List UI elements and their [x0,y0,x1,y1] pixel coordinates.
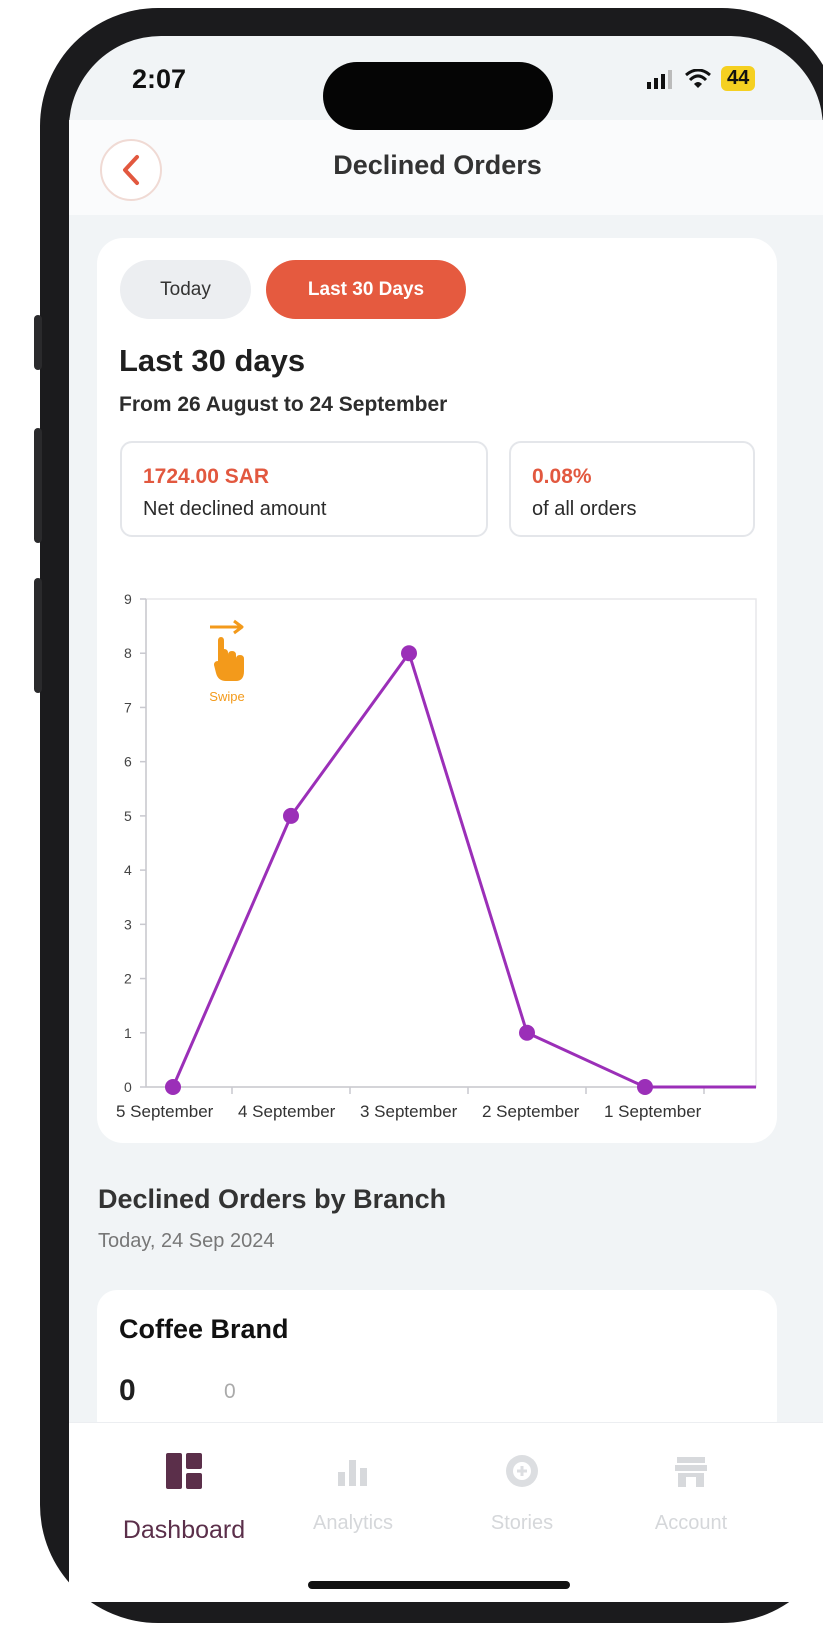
y-tick-label: 4 [124,862,132,878]
branch-card[interactable] [97,1290,777,1440]
status-icons: 44 [647,66,756,91]
tab-dashboard[interactable]: Dashboard [109,1440,259,1545]
net-declined-amount-card: 1724.00 SAR Net declined amount [120,441,488,537]
volume-up-button [34,428,42,543]
branch-section-date: Today, 24 Sep 2024 [98,1230,275,1252]
stories-icon [506,1455,538,1487]
data-point[interactable] [519,1024,535,1041]
home-indicator [308,1581,570,1589]
branch-declined-count: 0 [119,1374,136,1407]
x-tick-label: 4 September [238,1102,336,1121]
status-time: 2:07 [132,64,187,94]
tab-last-30-days[interactable]: Last 30 Days [266,260,466,319]
tab-stories-label: Stories [490,1512,554,1534]
y-tick-label: 9 [124,591,132,607]
data-point[interactable] [165,1079,181,1095]
declined-share-card: 0.08% of all orders [509,441,755,537]
y-tick-label: 0 [124,1079,132,1095]
y-tick-label: 5 [124,808,132,824]
back-button[interactable] [100,139,162,201]
y-tick-label: 7 [124,699,132,715]
period-heading: Last 30 days [119,343,306,378]
page-title: Declined Orders [333,150,542,180]
y-tick-label: 8 [124,645,132,661]
y-tick-label: 6 [124,754,132,770]
declined-share-value: 0.08% [532,465,592,488]
x-tick-label: 5 September [116,1102,214,1121]
silent-switch [34,315,42,370]
data-point[interactable] [401,645,417,662]
bar-chart-icon [338,1460,367,1486]
branch-section-title: Declined Orders by Branch [98,1184,447,1214]
data-point[interactable] [283,807,299,824]
dynamic-island [323,62,553,130]
declined-orders-line-chart[interactable]: 0 1 2 3 4 5 6 7 8 9 5 September 4 September 3 Septe… [112,585,762,1130]
volume-down-button [34,578,42,693]
x-axis: 5 September 4 September 3 September 2 Septe… [116,1086,756,1121]
data-point[interactable] [637,1079,653,1095]
y-tick-label: 2 [124,971,132,987]
period-range: From 26 August to 24 September [119,393,448,416]
cellular-signal-icon [647,69,672,89]
chevron-left-icon [123,155,139,185]
tab-today[interactable]: Today [120,260,251,319]
tab-analytics-label: Analytics [312,1512,394,1534]
net-declined-amount-label: Net declined amount [143,498,327,520]
x-tick-label: 1 September [604,1102,702,1121]
y-tick-label: 1 [124,1025,132,1041]
tab-stories[interactable]: Stories [447,1440,597,1535]
declined-share-label: of all orders [532,498,637,520]
net-declined-amount-value: 1724.00 SAR [143,465,270,488]
branch-name: Coffee Brand [119,1314,289,1344]
x-tick-label: 2 September [482,1102,580,1121]
x-tick-label: 3 September [360,1102,458,1121]
tab-dashboard-label: Dashboard [122,1516,246,1544]
branch-secondary-count: 0 [224,1380,236,1403]
battery-indicator: 44 [721,66,756,91]
swipe-label: Swipe [209,689,244,704]
tab-account[interactable]: Account [616,1440,766,1535]
y-axis: 0 1 2 3 4 5 6 7 8 9 [124,591,147,1095]
y-tick-label: 3 [124,916,132,932]
store-icon [675,1457,707,1487]
tab-analytics[interactable]: Analytics [278,1440,428,1535]
tab-account-label: Account [654,1512,728,1534]
dashboard-icon [166,1453,202,1489]
wifi-icon [685,68,711,88]
